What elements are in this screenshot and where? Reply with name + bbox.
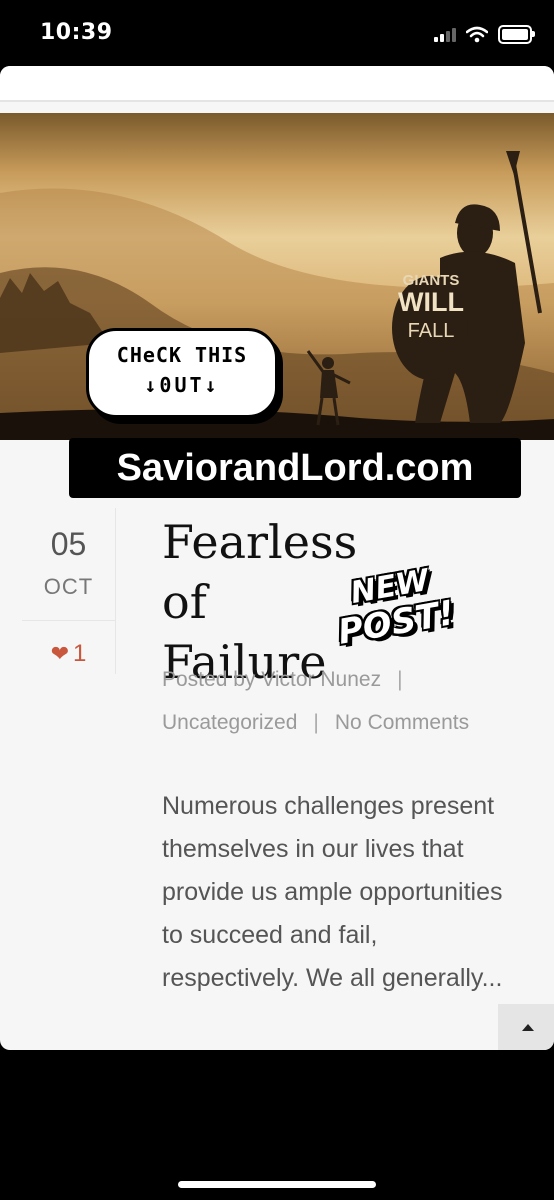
post-month: OCT	[43, 574, 94, 599]
post-comments[interactable]: No Comments	[335, 711, 469, 734]
web-page: GIANTS WILL FALL CHeCK THIS ↓0UT↓ Savior…	[0, 66, 554, 1050]
heart-icon: ❤	[50, 641, 70, 666]
sticker-line2: ↓0UT↓	[144, 373, 220, 397]
home-indicator[interactable]	[178, 1181, 376, 1188]
post-author[interactable]: Posted by Victor Nunez	[162, 668, 381, 691]
svg-text:FALL: FALL	[408, 320, 455, 342]
post-excerpt: Numerous challenges present themselves i…	[162, 792, 503, 992]
like-button[interactable]: ❤ 1	[22, 640, 115, 668]
post-date-column: 05 OCT ❤ 1	[22, 508, 116, 674]
like-count: 1	[73, 640, 87, 667]
status-time: 10:39	[40, 20, 113, 45]
back-to-top-button[interactable]	[498, 1004, 554, 1050]
meta-separator: |	[397, 668, 403, 691]
status-icons	[434, 22, 535, 46]
post-day: 05	[50, 526, 87, 562]
meta-separator: |	[313, 711, 319, 734]
svg-text:WILL: WILL	[398, 287, 464, 317]
post-category[interactable]: Uncategorized	[162, 711, 297, 734]
caret-up-icon	[522, 1024, 534, 1031]
wifi-icon	[466, 26, 488, 42]
check-this-out-sticker: CHeCK THIS ↓0UT↓	[86, 328, 278, 418]
status-bar: 10:39	[0, 0, 554, 66]
site-url-banner: SaviorandLord.com	[69, 438, 521, 498]
battery-icon	[498, 24, 535, 44]
site-header-strip	[0, 66, 554, 102]
sticker-line1: CHeCK THIS	[116, 343, 248, 367]
post-meta: Posted by Victor Nunez | Uncategorized | No…	[162, 658, 522, 744]
date-divider	[22, 620, 115, 621]
signal-icon	[434, 26, 456, 42]
